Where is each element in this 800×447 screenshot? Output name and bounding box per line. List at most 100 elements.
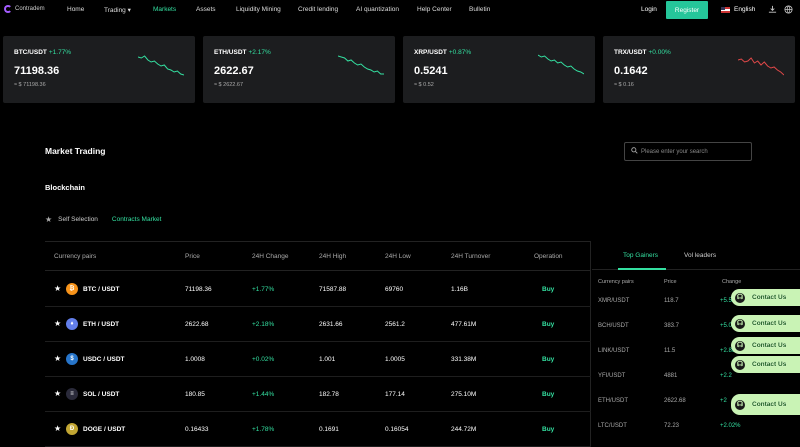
table-row[interactable]: ★ ₿ BTC / USDT 71198.36 +1.77% 71587.88 69760 1…: [45, 272, 591, 307]
us-flag-icon: [721, 6, 730, 13]
row-pair: USDC / USDT: [83, 356, 125, 363]
sparkline: [338, 55, 384, 75]
gainer-pair: BCH/USDT: [598, 323, 629, 329]
globe-icon[interactable]: [784, 5, 793, 14]
favorite-star-icon[interactable]: ★: [54, 389, 61, 398]
col-currency-pairs: Currency pairs: [54, 253, 97, 260]
ticker-pair-name: XRP/USDT: [414, 49, 447, 56]
tab-top-gainers[interactable]: Top Gainers: [623, 252, 658, 259]
col-24h-high: 24H High: [319, 253, 347, 260]
headset-icon: ☊: [735, 292, 745, 303]
ticker-pair: BTC/USDT +1.77%: [14, 49, 71, 56]
nav-help-center[interactable]: Help Center: [417, 6, 452, 13]
col-price: Price: [185, 253, 200, 260]
login-link[interactable]: Login: [641, 6, 657, 13]
row-price: 2622.68: [185, 321, 209, 328]
favorite-star-icon[interactable]: ★: [54, 354, 61, 363]
table-row[interactable]: ★ Ð DOGE / USDT 0.16433 +1.78% 0.1691 0.16054 2…: [45, 412, 591, 447]
nav-credit-lending[interactable]: Credit lending: [298, 6, 338, 13]
ticker-card-btc[interactable]: BTC/USDT +1.77% 71198.36 ≈ $ 71198.36: [3, 36, 195, 103]
ticker-pair: ETH/USDT +2.17%: [214, 49, 271, 56]
contact-us-label: Contact Us: [752, 320, 787, 327]
tab-self-selection[interactable]: Self Selection: [58, 216, 98, 223]
row-low: 69760: [385, 286, 404, 293]
contact-us-label: Contact Us: [752, 342, 787, 349]
search-input[interactable]: Please enter your search: [624, 142, 752, 161]
nav-ai-quantization[interactable]: AI quantization: [356, 6, 399, 13]
headset-icon: ☊: [735, 359, 745, 370]
favorite-star-icon[interactable]: ★: [54, 319, 61, 328]
nav-bulletin[interactable]: Bulletin: [469, 6, 490, 13]
ticker-change: +0.87%: [448, 49, 472, 56]
row-change: +1.44%: [252, 391, 275, 398]
sparkline: [538, 54, 584, 75]
row-change: +1.77%: [252, 286, 275, 293]
buy-button[interactable]: Buy: [542, 391, 554, 398]
row-pair: SOL / USDT: [83, 391, 120, 398]
row-high: 71587.88: [319, 286, 347, 293]
page-title: Market Trading: [45, 146, 106, 156]
dogecoin-icon: Ð: [66, 423, 78, 435]
ticker-card-eth[interactable]: ETH/USDT +2.17% 2622.67 ≈ $ 2622.67: [203, 36, 395, 103]
nav-markets[interactable]: Markets: [153, 6, 176, 13]
gainer-change: +2.02%: [720, 423, 741, 429]
ticker-price: 2622.67: [214, 65, 254, 77]
sparkline: [138, 55, 184, 76]
tab-contracts-market[interactable]: Contracts Market: [112, 216, 162, 223]
ticker-card-trx[interactable]: TRX/USDT +0.00% 0.1642 ≈ $ 0.16: [603, 36, 795, 103]
row-high: 182.78: [319, 391, 339, 398]
register-button[interactable]: Register: [666, 1, 708, 19]
contact-us-button[interactable]: ☊ Contact Us: [731, 337, 800, 354]
buy-button[interactable]: Buy: [542, 356, 554, 363]
gainers-col-change: Change: [722, 279, 742, 285]
contact-us-button[interactable]: ☊ Contact Us: [731, 315, 800, 332]
language-selector[interactable]: English: [721, 6, 755, 13]
gainer-change: +2.2: [720, 373, 732, 379]
contact-us-label: Contact Us: [752, 401, 787, 408]
row-change: +0.02%: [252, 356, 275, 363]
ethereum-icon: ♦: [66, 318, 78, 330]
row-pair: DOGE / USDT: [83, 426, 126, 433]
ticker-usd: ≈ $ 2622.67: [214, 82, 244, 88]
ticker-change: +1.77%: [48, 49, 72, 56]
solana-icon: ≡: [66, 388, 78, 400]
ticker-usd: ≈ $ 0.52: [414, 82, 434, 88]
logo[interactable]: Contradem: [4, 5, 45, 13]
gainer-pair: XMR/USDT: [598, 298, 630, 304]
col-24h-low: 24H Low: [385, 253, 411, 260]
tab-vol-leaders[interactable]: Vol leaders: [684, 252, 716, 259]
table-header: Currency pairs Price 24H Change 24H High…: [45, 242, 591, 271]
ticker-card-xrp[interactable]: XRP/USDT +0.87% 0.5241 ≈ $ 0.52: [403, 36, 595, 103]
gainer-price: 2622.68: [664, 398, 686, 404]
ticker-usd: ≈ $ 0.16: [614, 82, 634, 88]
gainer-pair: ETH/USDT: [598, 398, 628, 404]
favorite-star-icon[interactable]: ★: [54, 424, 61, 433]
table-row[interactable]: ★ ♦ ETH / USDT 2622.68 +2.18% 2631.66 2561.2 47…: [45, 307, 591, 342]
language-label: English: [734, 6, 756, 13]
gainer-price: 118.7: [664, 298, 679, 304]
gainers-col-price: Price: [664, 279, 677, 285]
row-pair: ETH / USDT: [83, 321, 120, 328]
table-row[interactable]: ★ $ USDC / USDT 1.0008 +0.02% 1.001 1.0005 331.…: [45, 342, 591, 377]
contact-us-button[interactable]: ☊ Contact Us: [731, 289, 800, 306]
nav-home[interactable]: Home: [67, 6, 84, 13]
contact-us-button[interactable]: ☊ Contact Us: [731, 394, 800, 415]
nav-assets[interactable]: Assets: [196, 6, 216, 13]
buy-button[interactable]: Buy: [542, 286, 554, 293]
usdc-icon: $: [66, 353, 78, 365]
download-icon[interactable]: [768, 5, 777, 14]
gainer-pair: LTC/USDT: [598, 423, 627, 429]
row-turnover: 477.61M: [451, 321, 477, 328]
row-turnover: 244.72M: [451, 426, 477, 433]
buy-button[interactable]: Buy: [542, 426, 554, 433]
contact-us-button[interactable]: ☊ Contact Us: [731, 356, 800, 373]
row-high: 2631.66: [319, 321, 343, 328]
buy-button[interactable]: Buy: [542, 321, 554, 328]
gainer-price: 383.7: [664, 323, 680, 329]
nav-liquidity-mining[interactable]: Liquidity Mining: [236, 6, 281, 13]
table-row[interactable]: ★ ≡ SOL / USDT 180.85 +1.44% 182.78 177.14 275.…: [45, 377, 591, 412]
gainer-price: 4881: [664, 373, 678, 379]
favorite-star-icon[interactable]: ★: [54, 284, 61, 293]
chevron-down-icon: ▾: [127, 7, 131, 14]
nav-trading[interactable]: Trading ▾: [104, 6, 131, 14]
